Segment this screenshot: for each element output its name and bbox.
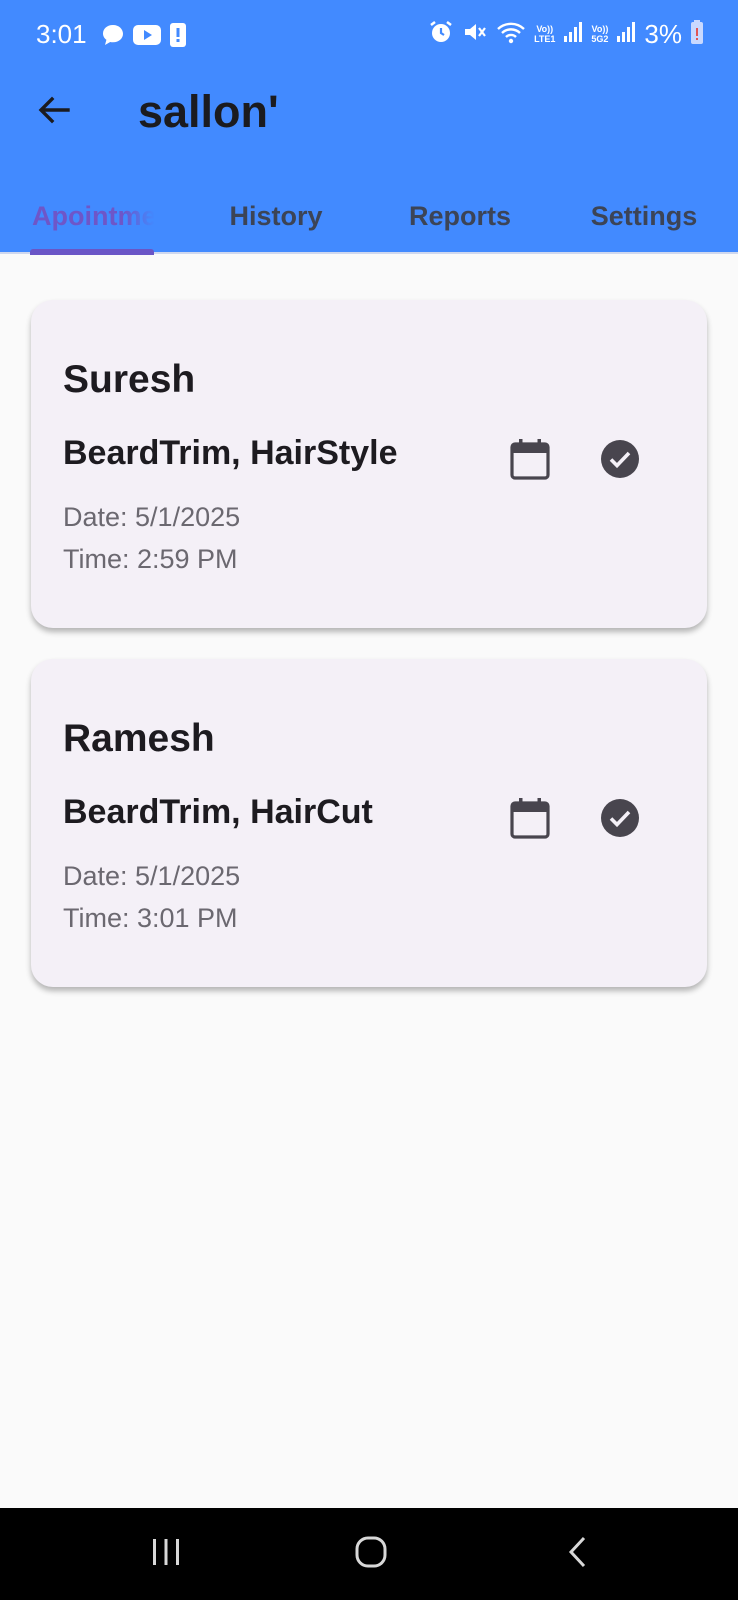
arrow-left-icon xyxy=(36,92,72,133)
mute-icon xyxy=(462,19,488,50)
appointment-time: Time: 2:59 PM xyxy=(63,544,238,574)
customer-name: Suresh xyxy=(63,358,196,401)
sim1-label-top: Vo)) xyxy=(536,24,554,34)
appointment-card[interactable]: Suresh BeardTrim, HairStyle Date: 5/1/20… xyxy=(31,300,707,628)
tab-indicator xyxy=(30,249,154,255)
home-button[interactable] xyxy=(341,1530,401,1578)
calendar-icon xyxy=(509,796,551,845)
signal-lte1-icon: Vo)) LTE1 xyxy=(534,24,555,44)
complete-button[interactable] xyxy=(599,798,641,843)
chat-bubble-icon xyxy=(100,22,126,53)
sim2-label-bottom: 5G2 xyxy=(591,34,609,44)
recents-icon xyxy=(149,1537,183,1572)
battery-low-icon xyxy=(690,19,704,50)
services-text: BeardTrim, HairStyle xyxy=(63,434,398,472)
alarm-icon xyxy=(428,19,454,50)
wifi-icon xyxy=(496,19,526,50)
tab-settings[interactable]: Settings xyxy=(552,180,736,252)
nav-back-button[interactable] xyxy=(548,1530,608,1578)
system-nav-bar xyxy=(0,1508,738,1600)
toolbar: sallon' xyxy=(0,70,738,180)
check-circle-icon xyxy=(600,798,640,843)
status-bar: 3:01 Vo)) LTE1 Vo)) 5G2 3% xyxy=(0,0,738,70)
tab-reports-label: Reports xyxy=(408,200,511,231)
reschedule-button[interactable] xyxy=(507,438,553,484)
signal-5g2-icon: Vo)) 5G2 xyxy=(591,24,608,44)
signal-bars-1-icon xyxy=(563,20,583,49)
tab-appointments[interactable]: Apointments xyxy=(0,180,184,252)
home-icon xyxy=(354,1535,388,1574)
alert-icon xyxy=(168,22,188,53)
appointment-card[interactable]: Ramesh BeardTrim, HairCut Date: 5/1/2025… xyxy=(31,659,707,987)
tab-bar: Apointments History Reports Settings xyxy=(0,180,738,252)
appointment-date: Date: 5/1/2025 xyxy=(63,861,241,891)
tab-appointments-label: Apointments xyxy=(32,200,154,231)
tab-history-label: History xyxy=(229,200,323,231)
customer-name: Ramesh xyxy=(63,717,215,760)
back-icon xyxy=(565,1535,591,1574)
page-title: sallon' xyxy=(138,86,279,137)
battery-percentage: 3% xyxy=(644,19,682,49)
appointment-date: Date: 5/1/2025 xyxy=(63,502,241,532)
reschedule-button[interactable] xyxy=(507,797,553,843)
calendar-icon xyxy=(509,437,551,486)
check-circle-icon xyxy=(600,439,640,484)
appointment-time: Time: 3:01 PM xyxy=(63,903,238,933)
status-time: 3:01 xyxy=(36,19,87,49)
complete-button[interactable] xyxy=(599,439,641,484)
recents-button[interactable] xyxy=(136,1530,196,1578)
sim2-label-top: Vo)) xyxy=(591,24,609,34)
status-left-icons xyxy=(100,22,188,53)
tab-reports[interactable]: Reports xyxy=(368,180,552,252)
youtube-icon xyxy=(132,22,162,53)
back-button[interactable] xyxy=(30,88,78,136)
status-right: Vo)) LTE1 Vo)) 5G2 3% xyxy=(428,18,704,50)
services-text: BeardTrim, HairCut xyxy=(63,793,373,831)
app-bar: 3:01 Vo)) LTE1 Vo)) 5G2 3% sallon' Apoin… xyxy=(0,0,738,255)
sim1-label-bottom: LTE1 xyxy=(534,34,556,44)
signal-bars-2-icon xyxy=(616,20,636,49)
tab-settings-label: Settings xyxy=(590,200,698,231)
tab-history[interactable]: History xyxy=(184,180,368,252)
